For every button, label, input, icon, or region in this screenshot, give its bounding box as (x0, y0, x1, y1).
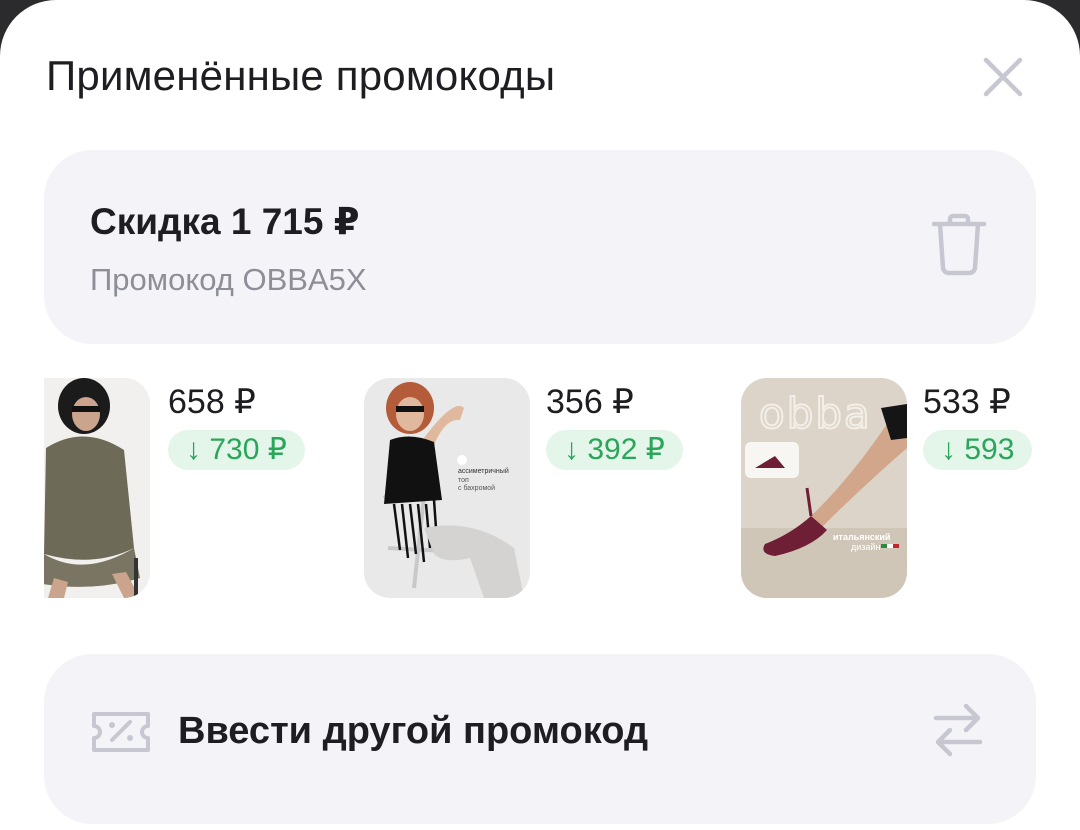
sheet-title: Применённые промокоды (46, 52, 556, 99)
trash-icon (931, 213, 987, 276)
product-card[interactable]: ассиметричный топ с бахромой 356 ₽ ↓ 392… (364, 376, 704, 598)
product-price: 533 ₽ (923, 383, 1011, 421)
svg-text:дизайн: дизайн (851, 542, 880, 552)
promo-code-label: Промокод OBBA5X (90, 262, 367, 297)
product-old-price-badge: ↓ 392 ₽ (546, 430, 683, 470)
close-icon (983, 57, 1023, 97)
ticket-percent-icon (92, 712, 150, 752)
products-carousel[interactable]: 658 ₽ ↓ 730 ₽ ассиметричный топ с бахром… (44, 376, 1036, 602)
svg-text:с бахромой: с бахромой (458, 484, 495, 492)
svg-text:obba: obba (759, 389, 872, 438)
enter-other-promo-button[interactable]: Ввести другой промокод (44, 654, 1036, 824)
product-image[interactable] (44, 378, 150, 598)
product-price: 356 ₽ (546, 383, 634, 421)
applied-promo-card: Скидка 1 715 ₽ Промокод OBBA5X (44, 150, 1036, 344)
svg-text:ассиметричный: ассиметричный (458, 467, 509, 475)
swap-icon (933, 703, 983, 757)
delete-promo-button[interactable] (930, 212, 988, 278)
product-image[interactable]: obba итальянский дизайн (741, 378, 907, 598)
promo-discount-amount: Скидка 1 715 ₽ (90, 201, 360, 242)
product-card[interactable]: 658 ₽ ↓ 730 ₽ (44, 376, 344, 598)
promo-sheet: Применённые промокоды Скидка 1 715 ₽ Про… (0, 0, 1080, 830)
product-image[interactable]: ассиметричный топ с бахромой (364, 378, 530, 598)
close-button[interactable] (978, 52, 1028, 102)
svg-text:итальянский: итальянский (833, 532, 890, 542)
product-old-price-badge: ↓ 730 ₽ (168, 430, 305, 470)
product-old-price-badge: ↓ 593 (923, 430, 1033, 470)
product-card[interactable]: obba итальянский дизайн 533 ₽ ↓ 593 (741, 376, 1036, 598)
svg-text:топ: топ (458, 477, 469, 484)
product-price: 658 ₽ (168, 383, 256, 421)
enter-other-promo-label: Ввести другой промокод (178, 710, 649, 752)
